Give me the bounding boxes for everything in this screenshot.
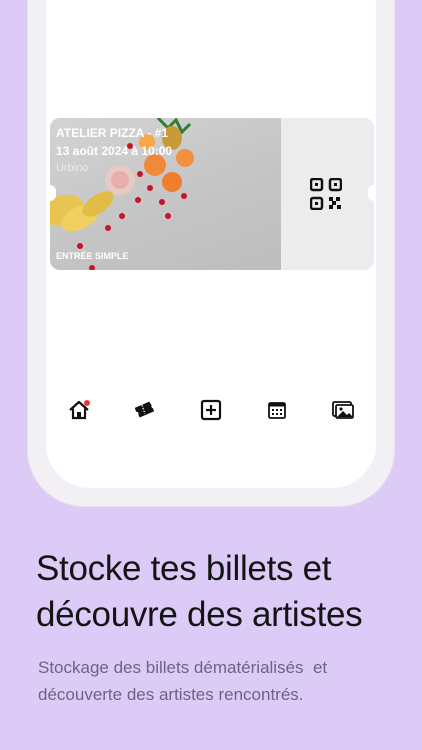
nav-gallery[interactable] — [330, 397, 356, 423]
qr-code-icon — [310, 178, 342, 210]
ticket-card[interactable]: ATELIER PIZZA - #1 13 août 2024 à 10:00 … — [50, 118, 374, 270]
ticket-city: Urbino — [56, 162, 89, 174]
phone-frame: ENTRÉE SIMPLE — [28, 0, 394, 506]
promo-headline-line2: découvre des artistes — [36, 595, 363, 634]
app-screen: ENTRÉE SIMPLE — [46, 0, 376, 488]
promo-subtitle: Stockage des billets dématérialisés et d… — [38, 654, 398, 708]
bottom-nav — [46, 397, 376, 427]
nav-tickets[interactable] — [132, 397, 158, 423]
ticket-title: ATELIER PIZZA - #1 — [56, 126, 169, 140]
ticket-type: ENTRÉE SIMPLE — [56, 251, 129, 261]
nav-add[interactable] — [198, 397, 224, 423]
ticket-notch-right — [368, 185, 374, 201]
gallery-icon — [332, 401, 354, 419]
promo-subtitle-line1: Stockage des billets dématérialisés et — [38, 658, 328, 677]
promo-subtitle-line2: découverte des artistes rencontrés. — [38, 685, 304, 704]
promo-headline: Stocke tes billets et découvre des artis… — [36, 546, 406, 638]
ticket-datetime: 13 août 2024 à 10:00 — [56, 144, 173, 158]
nav-home[interactable] — [66, 397, 92, 423]
promo-headline-line1: Stocke tes billets et — [36, 549, 332, 588]
ticket-qr-stub[interactable] — [281, 118, 374, 270]
tickets-icon — [134, 401, 155, 418]
nav-calendar[interactable] — [264, 397, 290, 423]
fruit-illustration — [50, 118, 194, 270]
notification-badge — [84, 400, 90, 406]
ticket-event-image: ATELIER PIZZA - #1 13 août 2024 à 10:00 … — [50, 118, 281, 270]
add-icon — [200, 399, 222, 421]
calendar-icon — [268, 402, 286, 419]
